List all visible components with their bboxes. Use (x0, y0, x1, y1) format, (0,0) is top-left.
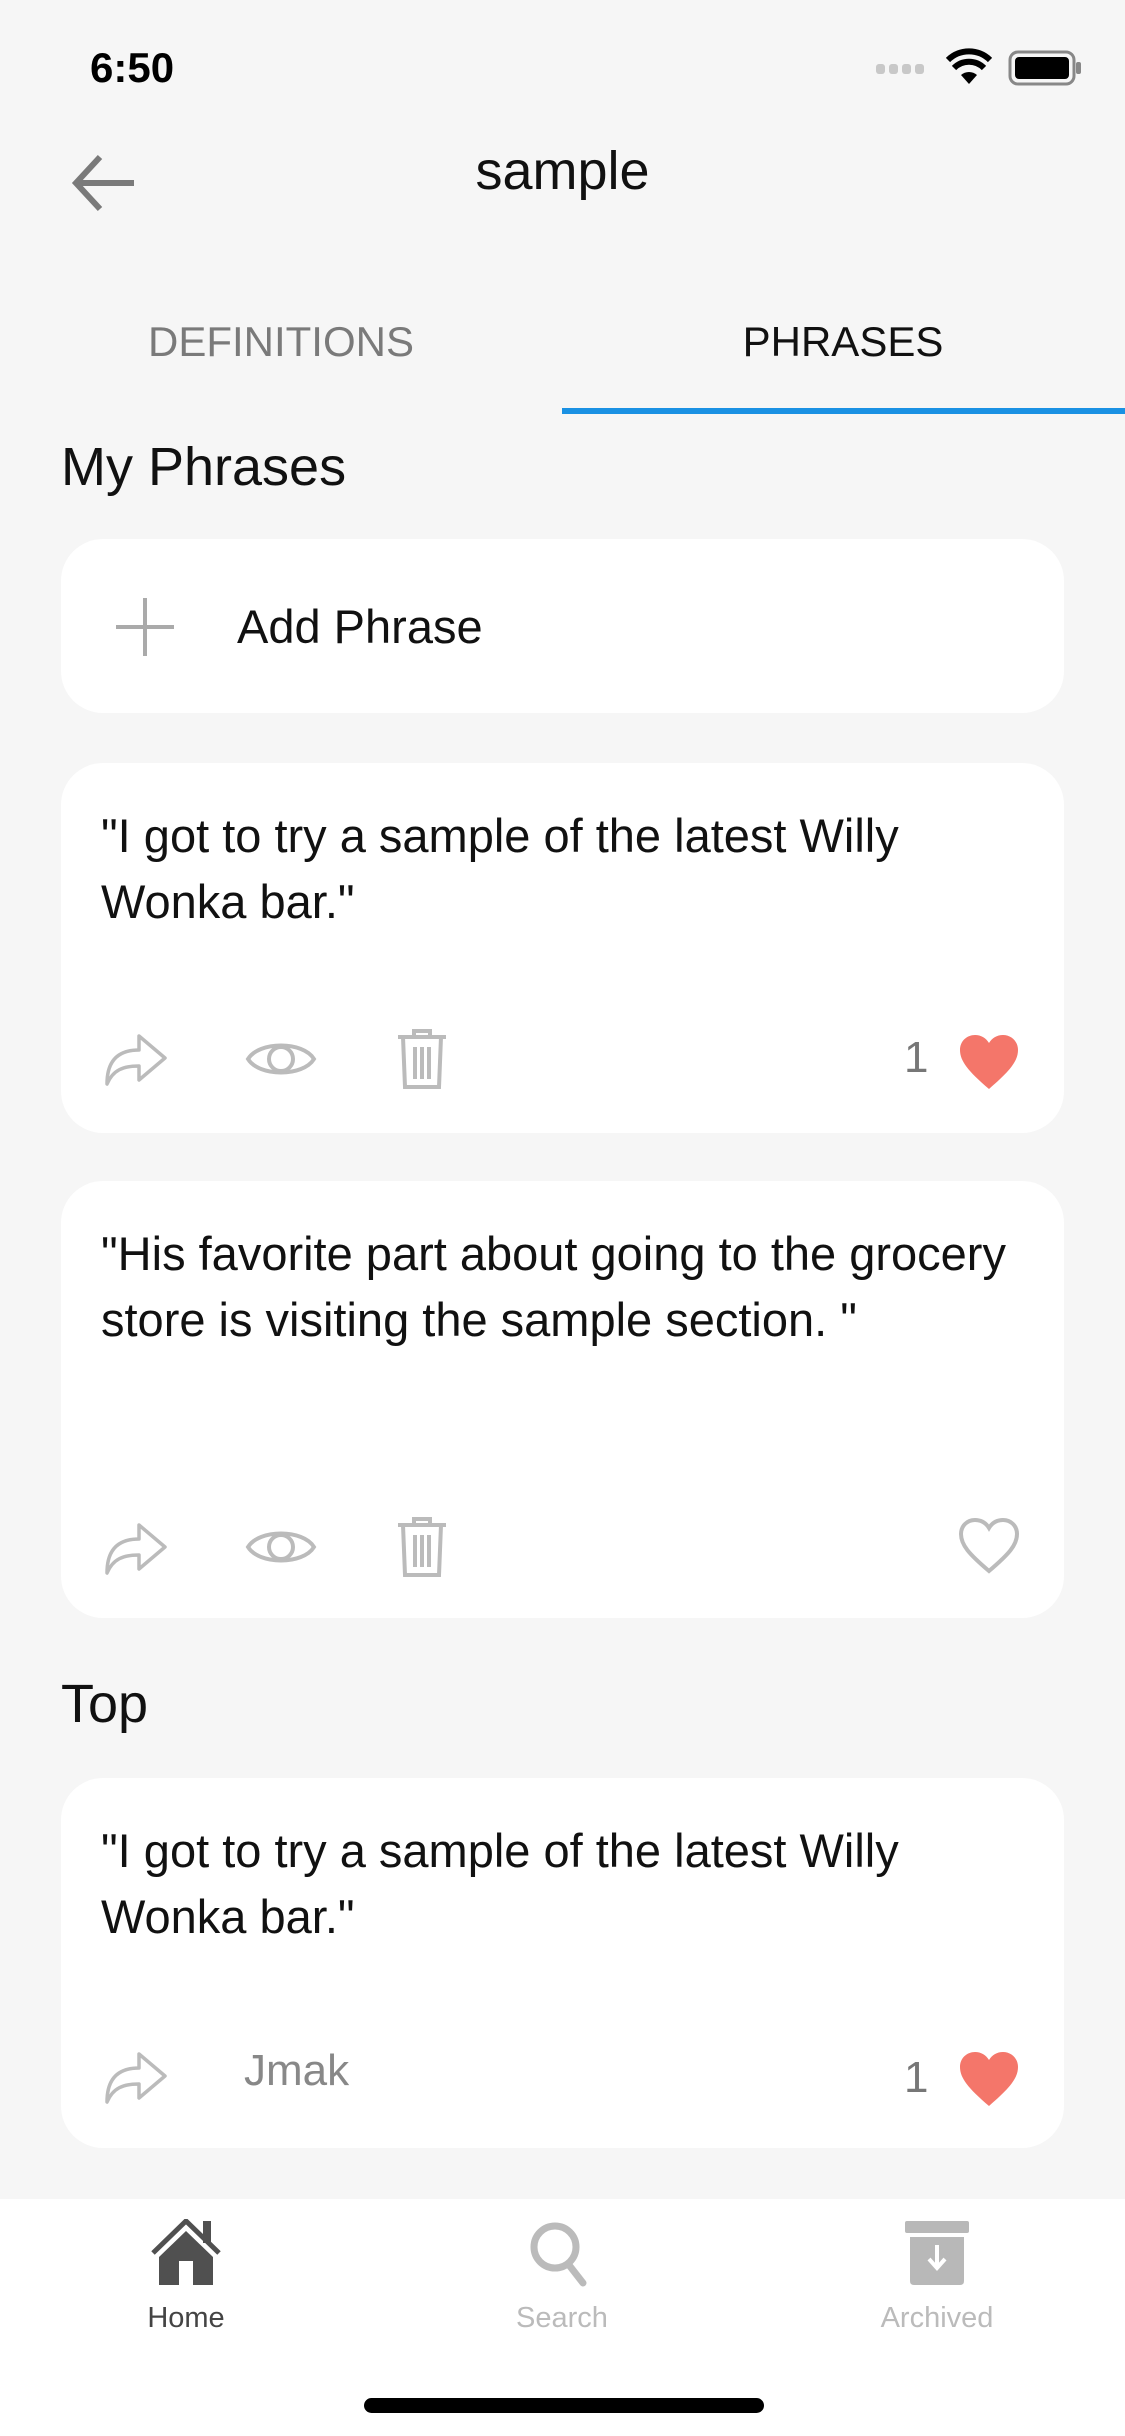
heart-filled-icon[interactable] (958, 2050, 1020, 2108)
share-icon[interactable] (105, 1028, 169, 1086)
add-phrase-label: Add Phrase (237, 600, 483, 653)
add-phrase-button[interactable]: Add Phrase (61, 539, 1064, 713)
tab-phrases[interactable]: PHRASES (562, 318, 1124, 366)
share-icon[interactable] (105, 1517, 169, 1575)
search-icon (530, 2222, 587, 2287)
nav-home[interactable]: Home (86, 2217, 286, 2335)
like-count: 1 (904, 2053, 929, 2102)
eye-icon[interactable] (245, 1523, 317, 1571)
phrase-card: "I got to try a sample of the latest Wil… (61, 763, 1064, 1133)
archive-icon (905, 2221, 969, 2285)
trash-icon[interactable] (395, 1027, 449, 1091)
home-indicator (364, 2398, 764, 2413)
home-icon (151, 2217, 221, 2285)
top-phrase-card: "I got to try a sample of the latest Wil… (61, 1778, 1064, 2148)
page-title: sample (475, 141, 650, 201)
heart-filled-icon[interactable] (958, 1033, 1020, 1091)
nav-archived-label: Archived (880, 2302, 994, 2334)
my-phrases-heading: My Phrases (61, 437, 347, 497)
author-name[interactable]: Jmak (244, 2046, 349, 2096)
phrase-card: "His favorite part about going to the gr… (61, 1181, 1064, 1618)
like-count: 1 (904, 1033, 929, 1082)
nav-archived[interactable]: Archived (837, 2219, 1037, 2335)
trash-icon[interactable] (395, 1515, 449, 1579)
signal-icon (876, 62, 930, 81)
nav-search-label: Search (516, 2302, 608, 2334)
nav-home-label: Home (147, 2302, 225, 2334)
nav-search[interactable]: Search (462, 2219, 662, 2335)
eye-icon[interactable] (245, 1035, 317, 1083)
battery-icon (1008, 50, 1084, 93)
top-heading: Top (61, 1674, 149, 1734)
status-time: 6:50 (90, 44, 175, 91)
active-tab-indicator (562, 408, 1125, 414)
plus-icon (116, 598, 174, 656)
share-icon[interactable] (105, 2046, 169, 2104)
wifi-icon (945, 48, 993, 91)
phrase-text: "His favorite part about going to the gr… (101, 1227, 1006, 1346)
tab-definitions[interactable]: DEFINITIONS (0, 318, 562, 366)
phrase-text: "I got to try a sample of the latest Wil… (101, 809, 899, 928)
phrase-text: "I got to try a sample of the latest Wil… (101, 1824, 899, 1943)
heart-outline-icon[interactable] (958, 1517, 1020, 1575)
